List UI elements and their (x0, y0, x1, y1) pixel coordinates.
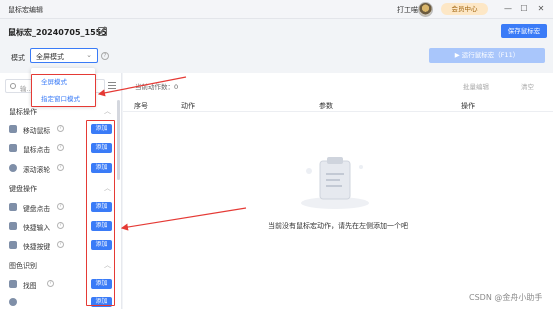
action-list-panel: 当前动作数：0 批量编辑 清空 序号 动作 参数 操作 当前没有鼠标宏动作，请先… (123, 73, 553, 309)
mouse-click-icon (9, 144, 17, 152)
item-label: 鼠标点击 (23, 146, 51, 154)
group-title-mouse: 鼠标操作 (9, 108, 37, 116)
clear-button[interactable]: 清空 (521, 81, 534, 91)
close-icon[interactable]: ✕ (535, 3, 547, 15)
batch-edit-button[interactable]: 批量编辑 (463, 81, 489, 91)
save-macro-button[interactable]: 保存鼠标宏 (501, 24, 547, 38)
keyboard-icon (9, 203, 17, 211)
help-icon[interactable]: ? (57, 241, 64, 248)
help-icon[interactable]: ? (57, 203, 64, 210)
help-icon[interactable]: ? (57, 222, 64, 229)
window-title: 鼠标宏编辑 (8, 6, 43, 14)
hotkey-icon (9, 241, 17, 249)
color-picker-icon (9, 298, 17, 306)
list-view-icon[interactable] (108, 82, 116, 89)
help-icon[interactable]: ? (57, 144, 64, 151)
item-label: 快捷按键 (23, 243, 51, 251)
macro-file-name: 鼠标宏_20240705_1555 (8, 28, 107, 37)
edit-name-icon[interactable] (98, 27, 107, 36)
group-title-image: 图色识别 (9, 262, 37, 270)
mode-help-icon[interactable]: ? (101, 52, 109, 60)
help-icon[interactable]: ? (47, 280, 54, 287)
item-label: 键盘点击 (23, 205, 51, 213)
action-count: 当前动作数：0 (135, 83, 179, 91)
search-icon (10, 83, 16, 89)
item-label: 找图 (23, 282, 37, 290)
annotation-highlight-add-buttons (86, 120, 115, 306)
mouse-move-icon (9, 125, 17, 133)
empty-state-message: 当前没有鼠标宏动作，请先在左侧添加一个吧 (268, 222, 408, 230)
column-header: 操作 (461, 102, 475, 110)
watermark: CSDN @金舟小助手 (469, 293, 543, 302)
help-icon[interactable]: ? (57, 125, 64, 132)
mode-label: 模式 (11, 54, 25, 62)
text-input-icon (9, 222, 17, 230)
title-bar: 鼠标宏编辑 打工喵 会员中心 — ☐ ✕ (0, 0, 553, 19)
mode-select[interactable]: 全屏模式 ⌄ (30, 48, 98, 63)
item-label: 移动鼠标 (23, 127, 51, 135)
avatar[interactable] (418, 2, 433, 17)
image-icon (9, 280, 17, 288)
item-label: 快捷输入 (23, 224, 51, 232)
column-header: 动作 (181, 102, 195, 110)
empty-clipboard-icon (301, 157, 369, 209)
user-name[interactable]: 打工喵 (397, 5, 418, 15)
maximize-icon[interactable]: ☐ (518, 3, 530, 15)
item-label: 滚动滚轮 (23, 166, 51, 174)
minimize-icon[interactable]: — (502, 3, 514, 15)
chevron-down-icon: ⌄ (86, 51, 92, 59)
scroll-wheel-icon (9, 164, 17, 172)
mode-selected-value: 全屏模式 (36, 53, 64, 61)
annotation-highlight-dropdown (31, 74, 96, 107)
chevron-up-icon[interactable]: ︿ (104, 106, 111, 116)
help-icon[interactable]: ? (57, 164, 64, 171)
column-header: 序号 (134, 102, 148, 110)
table-header: 序号 动作 参数 操作 (123, 100, 553, 112)
run-macro-button[interactable]: ▶ 运行鼠标宏（F11） (429, 48, 545, 63)
vip-center-button[interactable]: 会员中心 (441, 3, 488, 15)
column-header: 参数 (319, 102, 333, 110)
group-title-keyboard: 键盘操作 (9, 185, 37, 193)
